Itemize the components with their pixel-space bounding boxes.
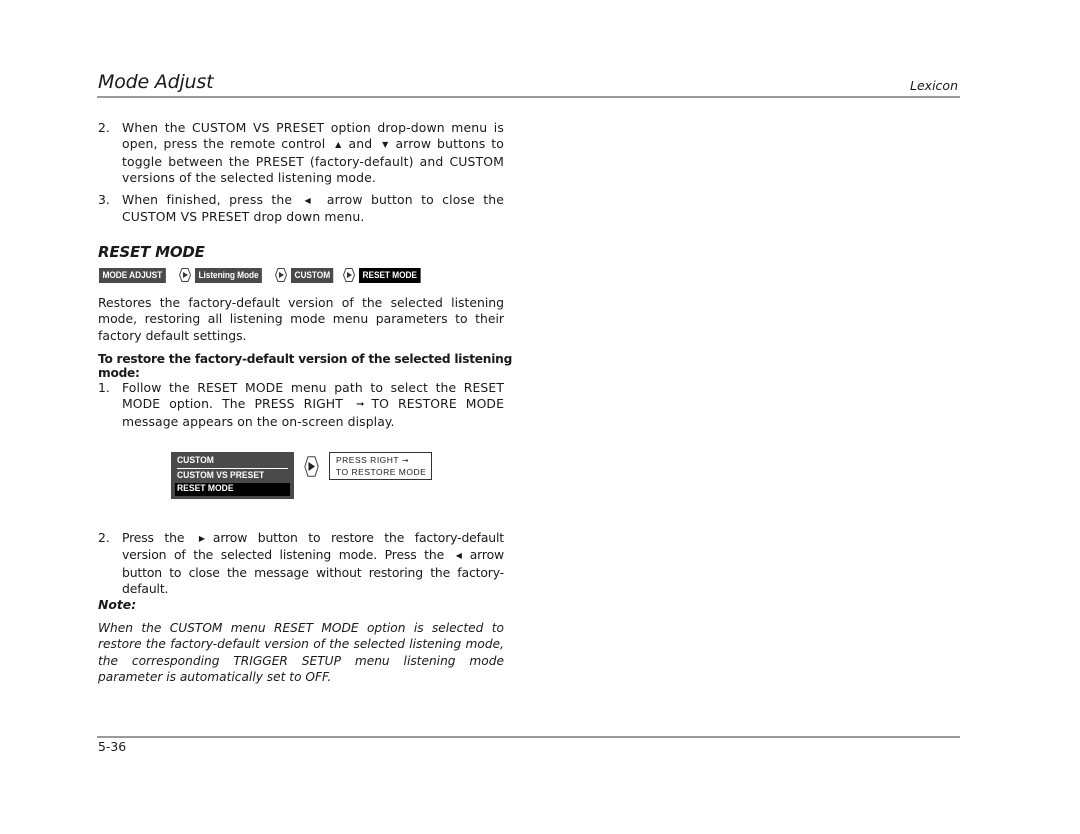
note-body: When the CUSTOM menu RESET MODE option i… <box>98 621 504 684</box>
breadcrumb-custom: CUSTOM <box>290 267 334 283</box>
osd-menu-item: CUSTOM VS PRESET <box>177 470 265 481</box>
procedure-step-2: 2. Press the ▶ arrow button to restore th… <box>98 530 504 597</box>
up-arrow-icon: ▲ <box>335 140 342 150</box>
osd-menu: CUSTOM CUSTOM VS PRESET RESET MODE <box>171 452 294 499</box>
left-arrow-icon: ◀ <box>455 551 462 561</box>
step-number: 2. <box>98 530 110 545</box>
osd-menu-title: CUSTOM <box>177 455 214 466</box>
right-button-icon <box>304 456 319 477</box>
brand-name: Lexicon <box>910 78 958 93</box>
page-number: 5-36 <box>98 739 127 754</box>
breadcrumb-mode-adjust: MODE ADJUST <box>99 267 166 283</box>
osd-message-line-1: PRESS RIGHT <box>336 455 400 465</box>
instruction-step-3: 3. When finished, press the ◀ arrow butto… <box>98 192 504 226</box>
section-heading: RESET MODE <box>98 243 205 261</box>
breadcrumb-separator-icon <box>343 268 356 282</box>
osd-message-box: PRESS RIGHT ➞ TO RESTORE MODE <box>329 452 432 480</box>
section-description: Restores the factory-default version of … <box>98 295 504 343</box>
breadcrumb-reset-mode: RESET MODE <box>359 267 421 283</box>
osd-message-line-2: TO RESTORE MODE <box>336 466 427 477</box>
instruction-step-2: 2. When the CUSTOM VS PRESET option drop… <box>98 120 504 186</box>
right-arrow-icon: ➞ <box>355 399 365 411</box>
osd-divider <box>177 468 288 469</box>
procedure-step-1: 1. Follow the RESET MODE menu path to se… <box>98 380 504 430</box>
down-arrow-icon: ▼ <box>382 140 389 150</box>
right-arrow-icon: ▶ <box>198 534 205 543</box>
step-number: 2. <box>98 120 110 135</box>
step-number: 3. <box>98 192 110 207</box>
osd-menu-item-selected: RESET MODE <box>177 483 234 494</box>
breadcrumb-listening-mode: Listening Mode <box>194 267 262 283</box>
page-title: Mode Adjust <box>98 71 214 93</box>
right-arrow-icon: ➞ <box>402 456 410 465</box>
footer-rule <box>97 736 960 738</box>
breadcrumb-separator-icon <box>274 268 287 282</box>
step-text: and <box>348 136 373 152</box>
menu-path-breadcrumb: MODE ADJUST Listening Mode CUSTOM RESET … <box>99 267 429 283</box>
step-text: Press the <box>122 530 185 545</box>
step-number: 1. <box>98 380 110 395</box>
header-rule <box>97 96 960 98</box>
left-arrow-icon: ◀ <box>304 196 311 205</box>
procedure-heading: To restore the factory-default version o… <box>98 352 513 380</box>
note-label: Note: <box>98 597 137 612</box>
breadcrumb-separator-icon <box>178 268 191 282</box>
step-text: When finished, press the <box>122 192 293 207</box>
